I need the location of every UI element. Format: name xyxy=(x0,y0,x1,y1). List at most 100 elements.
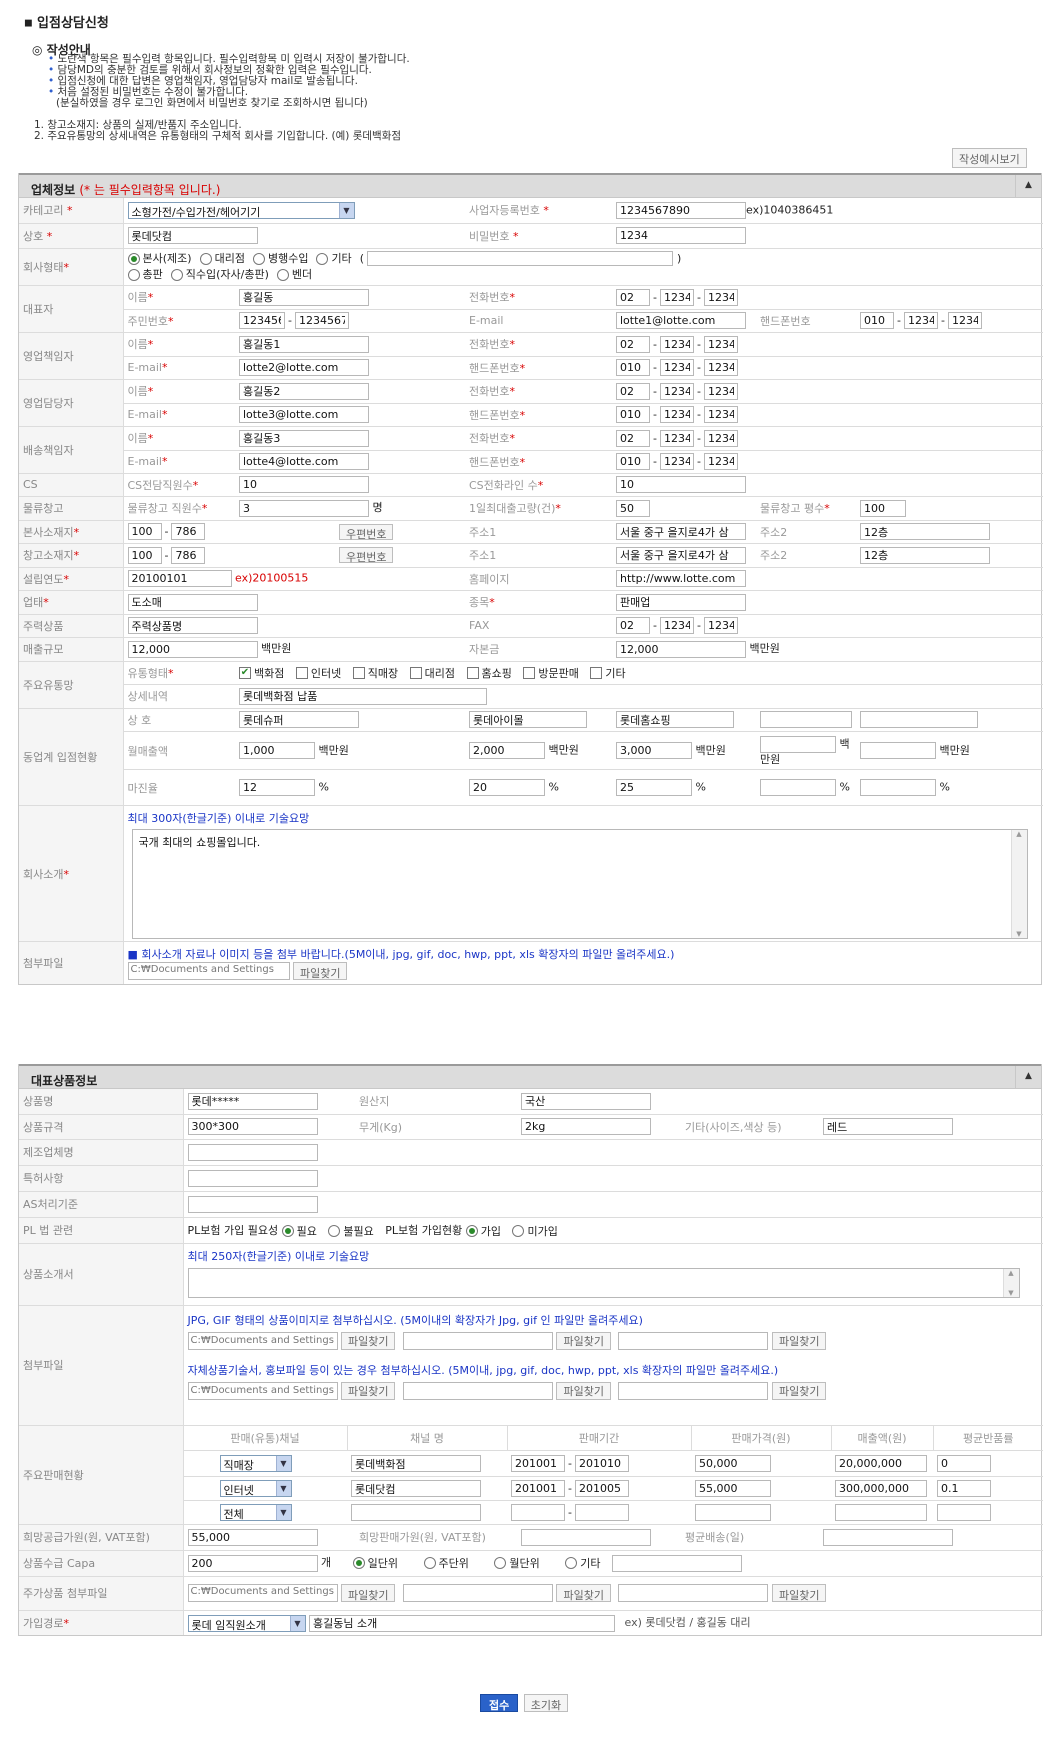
channel-select[interactable]: 인터넷 ▼ xyxy=(219,1480,292,1497)
sales-mgr-email[interactable] xyxy=(239,359,369,376)
scrollbar[interactable]: ▲ ▼ xyxy=(1002,1268,1019,1297)
daily-output-input[interactable] xyxy=(616,499,650,517)
ceo-phone-2[interactable] xyxy=(659,288,694,306)
peer-sales-2[interactable] xyxy=(469,742,545,759)
price-input[interactable] xyxy=(695,1480,771,1497)
radio-agency[interactable] xyxy=(199,252,212,265)
sales-mgr-phone-2[interactable] xyxy=(659,335,694,353)
sales-staff-mobile-1[interactable] xyxy=(616,406,650,423)
radio-pl-joined[interactable] xyxy=(465,1224,478,1237)
collapse-icon[interactable]: ▲ xyxy=(1015,175,1041,198)
checkbox-agency[interactable] xyxy=(409,666,422,679)
radio-pl-need[interactable] xyxy=(281,1224,294,1237)
radio-pl-notjoined[interactable] xyxy=(512,1224,525,1237)
origin-input[interactable] xyxy=(521,1092,651,1110)
sales-staff-phone-3[interactable] xyxy=(703,382,738,400)
company-find-file-button[interactable]: 파일찾기 xyxy=(293,962,348,980)
find-file-button[interactable]: 파일찾기 xyxy=(341,1381,396,1400)
channel-select[interactable]: 전체 ▼ xyxy=(219,1504,292,1521)
checkbox-direct[interactable] xyxy=(352,666,365,679)
radio-weekly[interactable] xyxy=(423,1557,436,1570)
price-input[interactable] xyxy=(695,1455,771,1472)
hq-addr2-input[interactable] xyxy=(860,523,990,540)
capa-input[interactable] xyxy=(187,1554,318,1572)
founded-input[interactable] xyxy=(127,570,232,587)
return-rate-input[interactable] xyxy=(937,1455,991,1472)
ship-mgr-phone-1[interactable] xyxy=(616,429,650,447)
supply-price-input[interactable] xyxy=(187,1528,318,1546)
ship-mgr-mobile-3[interactable] xyxy=(703,453,738,470)
peer-margin-1[interactable] xyxy=(239,779,315,796)
ceo-mobile-1[interactable] xyxy=(860,312,894,329)
peer-name-5[interactable] xyxy=(860,711,978,729)
radio-hq[interactable] xyxy=(127,252,140,265)
ship-mgr-name[interactable] xyxy=(239,429,369,447)
fax-1[interactable] xyxy=(616,617,650,634)
amount-input[interactable] xyxy=(835,1504,927,1521)
example-view-button[interactable]: 작성예시보기 xyxy=(952,148,1027,168)
sales-staff-mobile-2[interactable] xyxy=(659,406,694,423)
route-select[interactable]: 롯데 임직원소개 ▼ xyxy=(187,1614,306,1632)
company-intro-textarea[interactable]: 국개 최대의 쇼핑몰입니다. ▲ ▼ xyxy=(131,829,1028,939)
cs-staff-input[interactable] xyxy=(239,476,369,493)
collapse-icon[interactable]: ▲ xyxy=(1015,1066,1041,1089)
sales-mgr-phone-3[interactable] xyxy=(703,335,738,353)
sales-mgr-name[interactable] xyxy=(239,335,369,353)
ship-mgr-mobile-1[interactable] xyxy=(616,453,650,470)
biztype-input[interactable] xyxy=(127,593,258,611)
find-file-button[interactable]: 파일찾기 xyxy=(771,1381,827,1400)
channel-name-input[interactable] xyxy=(351,1504,481,1521)
peer-margin-2[interactable] xyxy=(469,779,545,796)
as-input[interactable] xyxy=(187,1195,318,1213)
ceo-jumin-1[interactable] xyxy=(239,312,285,329)
product-name-input[interactable] xyxy=(187,1092,318,1110)
store-zip-2[interactable] xyxy=(171,546,206,564)
period-from-input[interactable] xyxy=(511,1480,565,1497)
sales-staff-phone-1[interactable] xyxy=(616,382,650,400)
period-from-input[interactable] xyxy=(511,1455,565,1472)
peer-sales-3[interactable] xyxy=(616,742,692,760)
find-file-button[interactable]: 파일찾기 xyxy=(556,1331,611,1350)
peer-margin-3[interactable] xyxy=(616,779,692,796)
hq-zip-1[interactable] xyxy=(127,523,162,540)
price-input[interactable] xyxy=(695,1504,771,1521)
radio-direct-import[interactable] xyxy=(170,268,183,281)
company-attach-path[interactable]: C:₩Documents and Settings xyxy=(127,962,290,980)
period-from-input[interactable] xyxy=(511,1504,565,1521)
radio-distributor[interactable] xyxy=(127,268,140,281)
company-name-input[interactable] xyxy=(127,227,258,244)
item-input[interactable] xyxy=(616,593,746,611)
hq-zip-button[interactable]: 우편번호 xyxy=(338,523,394,541)
ceo-jumin-2[interactable] xyxy=(294,312,349,329)
sales-staff-phone-2[interactable] xyxy=(659,382,694,400)
spec-input[interactable] xyxy=(187,1118,318,1135)
scrollbar[interactable]: ▲ ▼ xyxy=(1010,830,1027,938)
peer-name-2[interactable] xyxy=(469,711,587,729)
etc-input[interactable] xyxy=(823,1118,953,1135)
patent-input[interactable] xyxy=(187,1169,318,1187)
find-file-button[interactable]: 파일찾기 xyxy=(341,1584,396,1602)
period-to-input[interactable] xyxy=(574,1504,629,1521)
doc-attach-3[interactable] xyxy=(618,1381,769,1400)
sales-mgr-phone-1[interactable] xyxy=(616,335,650,353)
fax-3[interactable] xyxy=(703,617,738,634)
ceo-email-input[interactable] xyxy=(616,312,746,329)
capital-input[interactable] xyxy=(616,640,746,658)
ship-mgr-phone-3[interactable] xyxy=(703,429,738,447)
sales-mgr-mobile-2[interactable] xyxy=(659,359,694,376)
find-file-button[interactable]: 파일찾기 xyxy=(771,1584,827,1602)
find-file-button[interactable]: 파일찾기 xyxy=(341,1331,396,1350)
cs-line-input[interactable] xyxy=(616,476,746,493)
doc-attach-1[interactable]: C:₩Documents and Settings xyxy=(187,1381,338,1400)
channel-select[interactable]: 직매장 ▼ xyxy=(219,1455,292,1472)
reset-button[interactable]: 초기화 xyxy=(523,1694,569,1712)
checkbox-dept[interactable]: ✔ xyxy=(239,666,251,679)
radio-daily[interactable] xyxy=(352,1557,365,1570)
period-to-input[interactable] xyxy=(574,1480,629,1497)
amount-input[interactable] xyxy=(835,1455,927,1472)
dist-detail-input[interactable] xyxy=(239,687,487,705)
hq-addr1-input[interactable] xyxy=(616,523,746,540)
find-file-button[interactable]: 파일찾기 xyxy=(556,1584,611,1602)
store-addr1-input[interactable] xyxy=(616,546,746,564)
weight-input[interactable] xyxy=(521,1118,651,1135)
